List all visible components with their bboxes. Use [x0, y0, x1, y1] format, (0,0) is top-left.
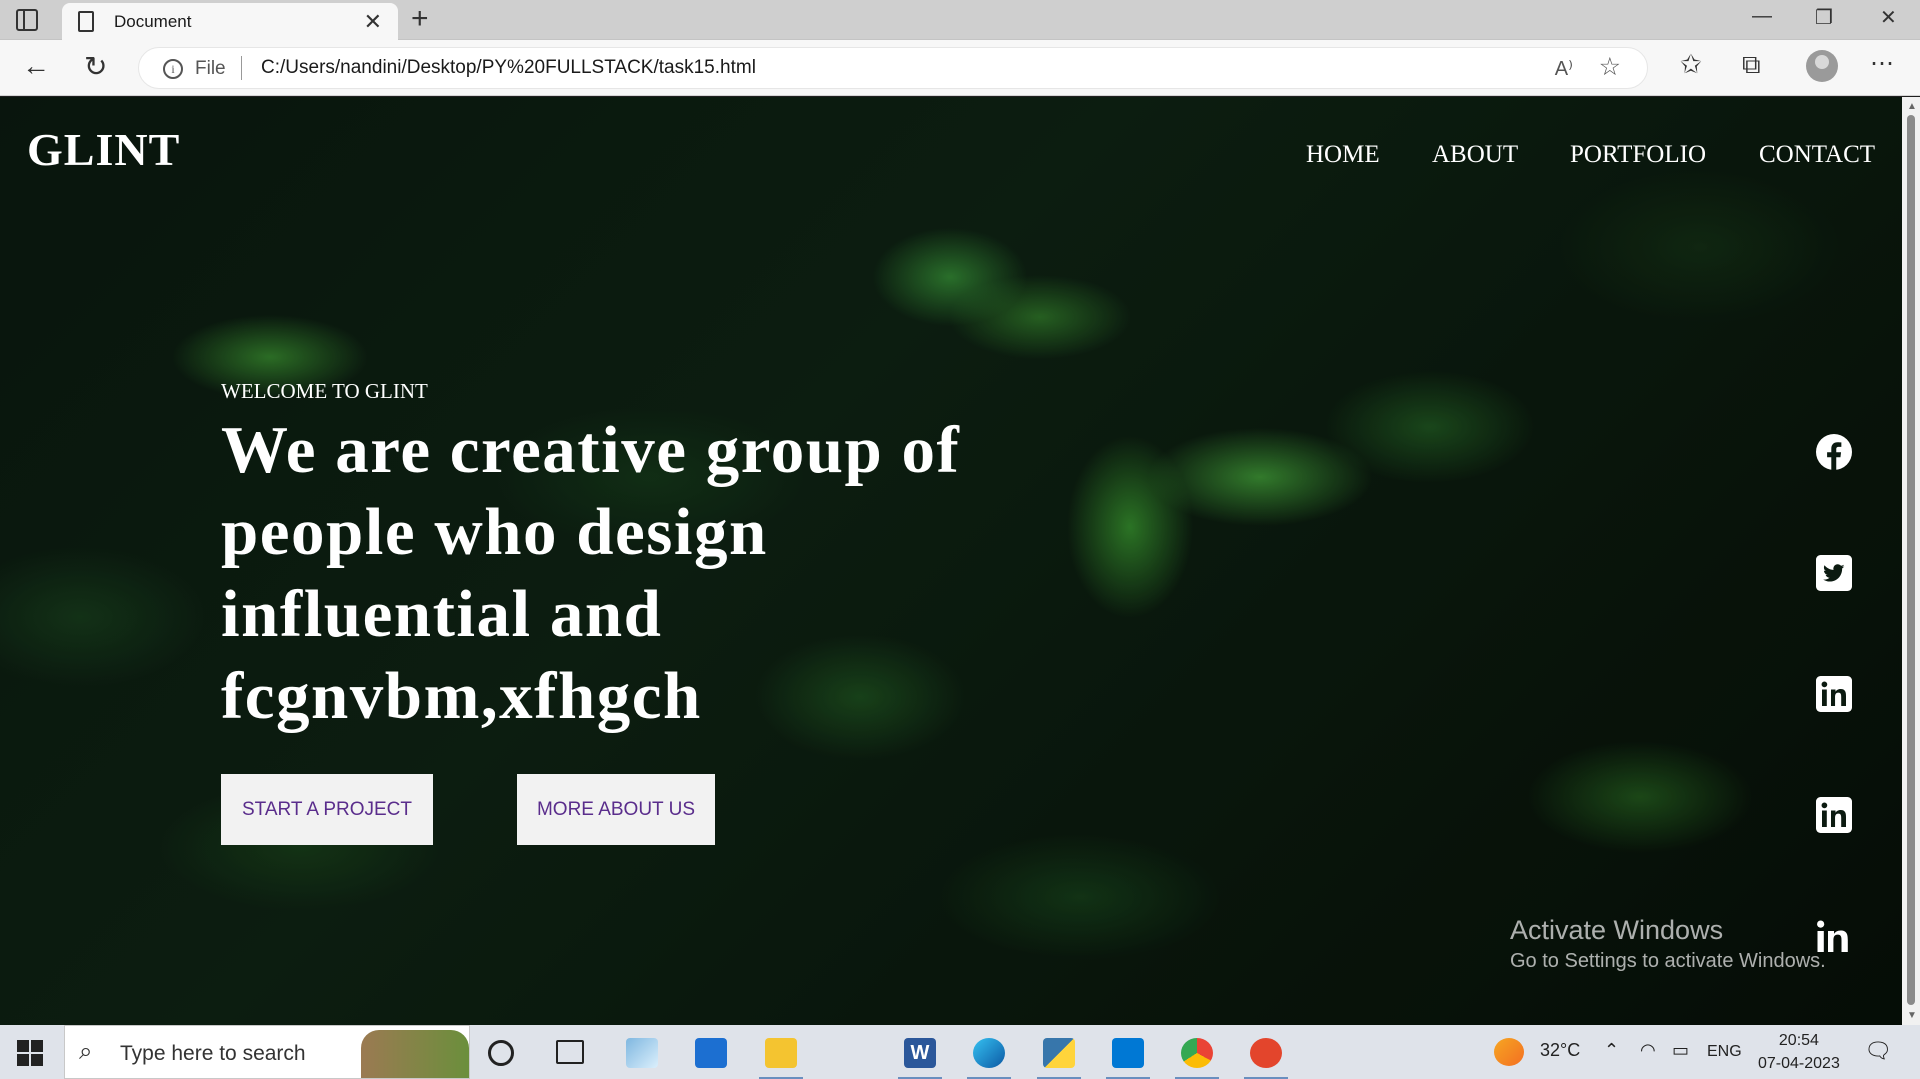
cortana-icon[interactable]: [488, 1040, 514, 1066]
collections-icon[interactable]: ⧉: [1742, 49, 1761, 81]
address-separator: [241, 56, 242, 80]
minimize-button[interactable]: —: [1752, 5, 1772, 28]
show-hidden-icons-icon[interactable]: ⌃: [1604, 1040, 1619, 1061]
facebook-icon[interactable]: [1816, 434, 1852, 470]
browser-tab-bar: Document ✕ + — ❐ ✕: [0, 0, 1920, 40]
search-highlight-image[interactable]: [361, 1030, 469, 1078]
tab-actions-icon[interactable]: [16, 9, 38, 31]
nav-about[interactable]: ABOUT: [1432, 141, 1518, 169]
more-about-button[interactable]: MORE ABOUT US: [517, 774, 715, 845]
nav-portfolio[interactable]: PORTFOLIO: [1570, 141, 1706, 169]
more-options-icon[interactable]: ⋯: [1870, 49, 1894, 78]
document-icon: [78, 11, 94, 32]
taskbar-search[interactable]: ⌕ Type here to search: [64, 1025, 470, 1079]
scrollbar-thumb[interactable]: [1907, 115, 1915, 1005]
word-icon[interactable]: W: [898, 1038, 942, 1079]
start-project-button[interactable]: START A PROJECT: [221, 774, 433, 845]
activate-windows-watermark: Activate Windows Go to Settings to activ…: [1510, 915, 1826, 973]
notepad-icon[interactable]: [626, 1038, 658, 1068]
address-url[interactable]: C:/Users/nandini/Desktop/PY%20FULLSTACK/…: [261, 57, 756, 79]
tab-close-icon[interactable]: ✕: [364, 9, 382, 35]
scroll-up-icon[interactable]: ▲: [1907, 101, 1917, 112]
taskbar-clock[interactable]: 20:54 07-04-2023: [1758, 1029, 1840, 1075]
favorites-icon[interactable]: ✩: [1680, 49, 1702, 80]
file-explorer-icon[interactable]: [759, 1038, 803, 1079]
windows-taskbar: ⌕ Type here to search W 32°C ⌃ ◠ ▭ ENG 2…: [0, 1025, 1920, 1079]
new-tab-button[interactable]: +: [411, 2, 429, 36]
windows-start-icon[interactable]: [17, 1040, 43, 1066]
tab-title: Document: [114, 12, 192, 31]
app-icon[interactable]: [1244, 1038, 1288, 1079]
task-view-icon[interactable]: [556, 1040, 584, 1064]
welcome-text: WELCOME TO GLINT: [221, 379, 428, 403]
store-icon[interactable]: [695, 1038, 727, 1068]
address-bar[interactable]: i File C:/Users/nandini/Desktop/PY%20FUL…: [138, 47, 1648, 89]
scroll-down-icon[interactable]: ▼: [1907, 1010, 1917, 1021]
twitter-icon[interactable]: [1816, 555, 1852, 591]
refresh-icon[interactable]: ↻: [84, 50, 107, 83]
profile-avatar[interactable]: [1806, 50, 1838, 82]
search-icon: ⌕: [79, 1038, 93, 1065]
chrome-icon[interactable]: [1175, 1038, 1219, 1079]
search-placeholder: Type here to search: [120, 1042, 306, 1065]
python-icon[interactable]: [1037, 1038, 1081, 1079]
page-viewport: GLINT HOME ABOUT PORTFOLIO CONTACT WELCO…: [0, 97, 1902, 1025]
back-icon[interactable]: ←: [22, 50, 50, 82]
clock-date: 07-04-2023: [1758, 1055, 1840, 1072]
browser-tab[interactable]: Document ✕: [62, 3, 398, 40]
weather-temperature[interactable]: 32°C: [1540, 1040, 1580, 1061]
nav-contact[interactable]: CONTACT: [1759, 141, 1875, 169]
address-scheme: File: [195, 58, 226, 79]
address-toolbar: ← ↻ i File C:/Users/nandini/Desktop/PY%2…: [0, 40, 1920, 96]
read-aloud-icon[interactable]: A⁾: [1555, 56, 1573, 81]
info-icon[interactable]: i: [163, 59, 183, 79]
watermark-title: Activate Windows: [1510, 915, 1724, 945]
add-favorite-icon[interactable]: ☆: [1599, 52, 1621, 82]
nav-home[interactable]: HOME: [1306, 141, 1380, 169]
close-window-button[interactable]: ✕: [1880, 5, 1897, 30]
battery-icon[interactable]: ▭: [1672, 1040, 1689, 1061]
linkedin-icon[interactable]: [1816, 797, 1852, 833]
site-logo[interactable]: GLINT: [27, 123, 180, 176]
linkedin-icon[interactable]: [1816, 676, 1852, 712]
edge-icon[interactable]: [967, 1038, 1011, 1079]
language-indicator[interactable]: ENG: [1707, 1043, 1742, 1061]
restore-button[interactable]: ❐: [1815, 5, 1833, 30]
vscode-icon[interactable]: [1106, 1038, 1150, 1079]
watermark-subtitle: Go to Settings to activate Windows.: [1510, 950, 1826, 972]
page-scrollbar[interactable]: ▲ ▼: [1902, 97, 1920, 1025]
network-icon[interactable]: ◠: [1640, 1040, 1656, 1061]
hero-headline: We are creative group of people who desi…: [221, 413, 961, 733]
clock-time: 20:54: [1778, 1032, 1819, 1049]
notifications-icon[interactable]: 🗨: [1864, 1038, 1892, 1064]
weather-icon[interactable]: [1494, 1038, 1524, 1066]
